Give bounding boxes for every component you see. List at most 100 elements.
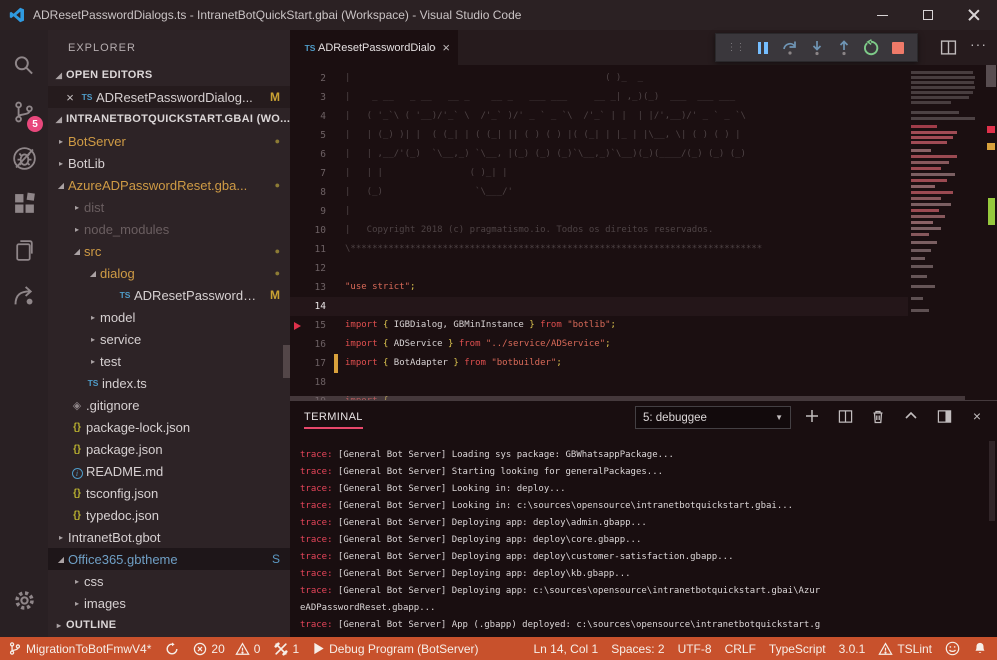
step-over-button[interactable] [776,37,803,59]
share-arrow-icon [11,283,38,310]
pages-activity-button[interactable] [0,227,48,273]
split-terminal-button[interactable] [837,408,853,424]
tree-item-typedoc-json[interactable]: {}typedoc.json [48,504,290,526]
tree-item-dialog[interactable]: ◢dialog● [48,262,290,284]
code-line-8[interactable]: 8| (_) `\___/' [290,183,908,202]
code-area[interactable]: 2| ( )_ _3| _ __ _ __ __ _ __ _ ___ ___ … [290,65,908,400]
tree-item-gitignore[interactable]: ◈.gitignore [48,394,290,416]
code-line-3[interactable]: 3| _ __ _ __ __ _ __ _ ___ ___ __ _| ,_)… [290,88,908,107]
minimize-button[interactable] [859,0,905,30]
split-editor-icon[interactable] [940,39,957,56]
maximize-panel-button[interactable] [903,408,919,424]
tree-item-index-ts[interactable]: TSindex.ts [48,372,290,394]
extensions-activity-button[interactable] [0,181,48,227]
tree-item-service[interactable]: ▸service [48,328,290,350]
tree-item-botlib[interactable]: ▸BotLib [48,152,290,174]
tree-item-readme-md[interactable]: iREADME.md [48,460,290,482]
language-mode-item[interactable]: TypeScript [769,642,826,656]
outline-section-header[interactable]: ▸ OUTLINE [48,614,290,636]
tree-item-src[interactable]: ◢src● [48,240,290,262]
indentation-item[interactable]: Spaces: 2 [611,642,664,656]
code-line-2[interactable]: 2| ( )_ _ [290,69,908,88]
tree-item-intranetbot-gbot[interactable]: ▸IntranetBot.gbot [48,526,290,548]
step-into-button[interactable] [803,37,830,59]
terminal-scrollbar[interactable] [989,441,995,521]
play-icon [313,642,325,655]
code-line-7[interactable]: 7| | | ( )_| | [290,164,908,183]
pause-button[interactable] [749,37,776,59]
warning-marker [987,143,995,150]
sidebar-scrollbar[interactable] [283,345,290,378]
tree-item-model[interactable]: ▸model [48,306,290,328]
feedback-item[interactable] [945,641,960,656]
tree-item-tsconfig-json[interactable]: {}tsconfig.json [48,482,290,504]
open-editor-item[interactable]: × TS ADResetPasswordDialog... M [48,86,290,108]
step-out-button[interactable] [830,37,857,59]
problems-item[interactable]: 20 0 [193,642,260,656]
toolbar-drag-handle[interactable]: ⋮⋮ [722,37,749,59]
typescript-file-icon: TS [302,43,318,53]
tree-item-azureadpasswordreset-gba[interactable]: ◢AzureADPasswordReset.gba...● [48,174,290,196]
terminal-output[interactable]: trace: [General Bot Server] Loading sys … [290,433,997,638]
code-line-5[interactable]: 5| | (_) )| | ( (_| | ( (_| || ( ) ( ) |… [290,126,908,145]
sync-item[interactable] [165,642,179,656]
source-control-activity-button[interactable]: 5 [0,89,48,135]
code-line-6[interactable]: 6| | ,__/'(_) `\__,_) `\__, |(_) (_) (_)… [290,145,908,164]
move-panel-button[interactable] [936,408,952,424]
tslint-item[interactable]: TSLint [878,642,932,656]
terminal-tab[interactable]: TERMINAL [304,401,363,433]
stop-button[interactable] [884,37,911,59]
code-line-16[interactable]: 16import { ADService } from "../service/… [290,335,908,354]
code-line-11[interactable]: 11\*************************************… [290,240,908,259]
tree-item-dist[interactable]: ▸dist [48,196,290,218]
share-activity-button[interactable] [0,273,48,319]
code-line-17[interactable]: 17import { BotAdapter } from "botbuilder… [290,354,908,373]
tree-item-botserver[interactable]: ▸BotServer● [48,130,290,152]
tree-item-office365-gbtheme[interactable]: ◢Office365.gbthemeS [48,548,290,570]
tab-adresetpassworddialogs[interactable]: TS ADResetPasswordDialogs.ts × [290,30,458,65]
tree-item-package-lock-json[interactable]: {}package-lock.json [48,416,290,438]
code-line-15[interactable]: 15import { IGBDialog, GBMinInstance } fr… [290,316,908,335]
tree-item-adresetpassworddial[interactable]: TSADResetPasswordDial...M [48,284,290,306]
encoding-item[interactable]: UTF-8 [678,642,712,656]
code-line-18[interactable]: 18 [290,373,908,392]
scrollbar-slider[interactable] [986,65,996,87]
workspace-section-header[interactable]: ◢ INTRANETBOTQUICKSTART.GBAI (WO... [48,108,290,130]
step-into-icon [808,39,826,57]
tools-item[interactable]: 1 [274,642,299,656]
debug-activity-button[interactable] [0,135,48,181]
maximize-button[interactable] [905,0,951,30]
open-editors-header[interactable]: ◢ OPEN EDITORS [48,64,290,86]
close-window-button[interactable] [951,0,997,30]
terminal-select[interactable]: 5: debuggee ▼ [635,406,791,429]
info-icon: i [72,468,83,479]
debug-status-item[interactable]: Debug Program (BotServer) [313,642,478,656]
tree-item-test[interactable]: ▸test [48,350,290,372]
code-line-12[interactable]: 12 [290,259,908,278]
code-line-10[interactable]: 10| Copyright 2018 (c) pragmatismo.io. T… [290,221,908,240]
cursor-position-item[interactable]: Ln 14, Col 1 [533,642,598,656]
tree-item-images[interactable]: ▸images [48,592,290,614]
restart-button[interactable] [857,37,884,59]
git-branch-item[interactable]: MigrationToBotFmwV4* [8,641,151,656]
tree-item-css[interactable]: ▸css [48,570,290,592]
search-activity-button[interactable] [0,43,48,89]
more-actions-icon[interactable]: ··· [970,36,987,52]
settings-button[interactable] [0,577,48,623]
notifications-item[interactable] [973,641,987,656]
version-item[interactable]: 3.0.1 [839,642,866,656]
tree-item-node-modules[interactable]: ▸node_modules [48,218,290,240]
code-line-13[interactable]: 13"use strict"; [290,278,908,297]
kill-terminal-button[interactable] [870,408,886,424]
close-panel-button[interactable]: × [969,408,985,424]
tree-item-package-json[interactable]: {}package.json [48,438,290,460]
code-line-4[interactable]: 4| ( '_`\ ( '__)/'_` \ /'_` )/' _ ` _ `\… [290,107,908,126]
code-line-14[interactable]: 14 [290,297,908,316]
minimap[interactable] [908,65,975,400]
close-editor-icon[interactable]: × [62,90,78,105]
code-editor[interactable]: 2| ( )_ _3| _ __ _ __ __ _ __ _ ___ ___ … [290,65,997,400]
code-line-9[interactable]: 9| [290,202,908,221]
new-terminal-button[interactable] [804,408,820,424]
eol-item[interactable]: CRLF [725,642,756,656]
tab-close-icon[interactable]: × [442,40,450,55]
